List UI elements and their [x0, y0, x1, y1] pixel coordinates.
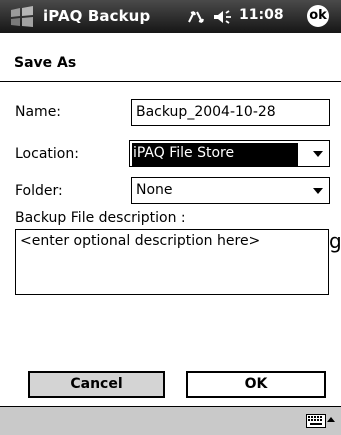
- folder-select-value: None: [136, 182, 173, 198]
- cancel-button[interactable]: Cancel: [28, 371, 165, 398]
- location-selection-highlight: iPAQ File Store: [132, 143, 298, 166]
- input-menu-arrow-icon[interactable]: [327, 417, 335, 422]
- title-bar: iPAQ Backup 11:08 ok: [0, 0, 341, 33]
- clock: 11:08: [239, 7, 284, 23]
- location-label: Location:: [15, 146, 79, 162]
- folder-select[interactable]: None: [131, 177, 330, 204]
- ok-close-icon[interactable]: ok: [307, 5, 329, 27]
- dialog-header: Save As: [0, 33, 341, 81]
- chevron-down-icon[interactable]: [313, 151, 323, 157]
- app-title: iPAQ Backup: [43, 7, 151, 25]
- header-divider: [0, 81, 341, 82]
- bottom-menu-bar: [0, 406, 341, 435]
- ok-button[interactable]: OK: [186, 371, 326, 398]
- stray-glyph: g: [329, 229, 341, 253]
- name-field[interactable]: Backup_2004-10-28: [131, 99, 330, 126]
- name-field-value: Backup_2004-10-28: [136, 104, 276, 120]
- keyboard-icon[interactable]: [306, 414, 326, 428]
- name-label: Name:: [15, 104, 62, 120]
- description-textarea[interactable]: <enter optional description here>: [15, 229, 329, 295]
- connectivity-icon[interactable]: [185, 8, 207, 26]
- windows-start-icon[interactable]: [9, 6, 35, 28]
- location-select-value: iPAQ File Store: [133, 145, 235, 161]
- volume-icon[interactable]: [212, 8, 234, 26]
- location-select[interactable]: iPAQ File Store: [129, 140, 330, 167]
- page-title: Save As: [14, 55, 77, 71]
- description-label: Backup File description :: [15, 210, 186, 226]
- description-placeholder: <enter optional description here>: [20, 233, 261, 249]
- chevron-down-icon[interactable]: [313, 188, 323, 194]
- folder-label: Folder:: [15, 183, 63, 199]
